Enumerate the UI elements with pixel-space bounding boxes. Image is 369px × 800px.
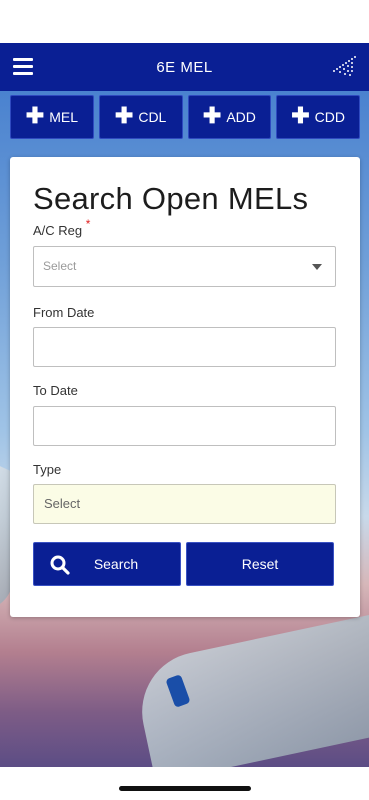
- ac-reg-selected-value: Select: [43, 259, 77, 273]
- top-nav-bar: 6E MEL: [0, 43, 369, 91]
- reset-button-label: Reset: [241, 556, 279, 572]
- ac-reg-select[interactable]: Select: [33, 246, 336, 287]
- add-add-label: ADD: [226, 109, 256, 125]
- page-title: Search Open MELs: [33, 181, 309, 216]
- app-title: 6E MEL: [156, 58, 213, 76]
- search-card: Search Open MELs A/C Reg * Select From D…: [10, 157, 360, 617]
- plus-icon: ✚: [202, 103, 222, 128]
- reset-button[interactable]: Reset: [186, 542, 334, 586]
- from-date-field[interactable]: [33, 327, 336, 367]
- required-marker: *: [85, 217, 91, 231]
- add-cdd-button[interactable]: ✚ CDD: [276, 95, 360, 139]
- type-selected-value: Select: [44, 496, 81, 511]
- plus-icon: ✚: [291, 103, 310, 128]
- search-icon: [50, 555, 70, 575]
- plus-icon: ✚: [25, 103, 45, 128]
- to-date-label: To Date: [33, 383, 78, 398]
- add-cdl-label: CDL: [138, 109, 167, 125]
- quick-action-bar: ✚ MEL ✚ CDL ✚ ADD ✚ CDD: [10, 95, 360, 139]
- from-date-label: From Date: [33, 305, 95, 320]
- add-cdd-label: CDD: [314, 109, 346, 125]
- ac-reg-label: A/C Reg: [33, 223, 83, 238]
- search-button[interactable]: Search: [33, 542, 181, 586]
- plane-dots-icon: [333, 56, 356, 76]
- hamburger-icon[interactable]: [13, 58, 33, 75]
- add-mel-button[interactable]: ✚ MEL: [10, 95, 94, 139]
- chevron-down-icon: [312, 264, 322, 270]
- add-cdl-button[interactable]: ✚ CDL: [98, 95, 183, 139]
- add-add-button[interactable]: ✚ ADD: [187, 95, 272, 139]
- search-button-label: Search: [93, 556, 139, 572]
- ac-reg-label-row: A/C Reg *: [33, 217, 90, 238]
- type-select[interactable]: Select: [33, 484, 336, 524]
- home-indicator: [119, 786, 251, 791]
- to-date-field[interactable]: [33, 406, 336, 446]
- type-label: Type: [33, 462, 62, 477]
- add-mel-label: MEL: [49, 109, 78, 125]
- plus-icon: ✚: [114, 103, 134, 128]
- status-bar-area: [0, 0, 369, 43]
